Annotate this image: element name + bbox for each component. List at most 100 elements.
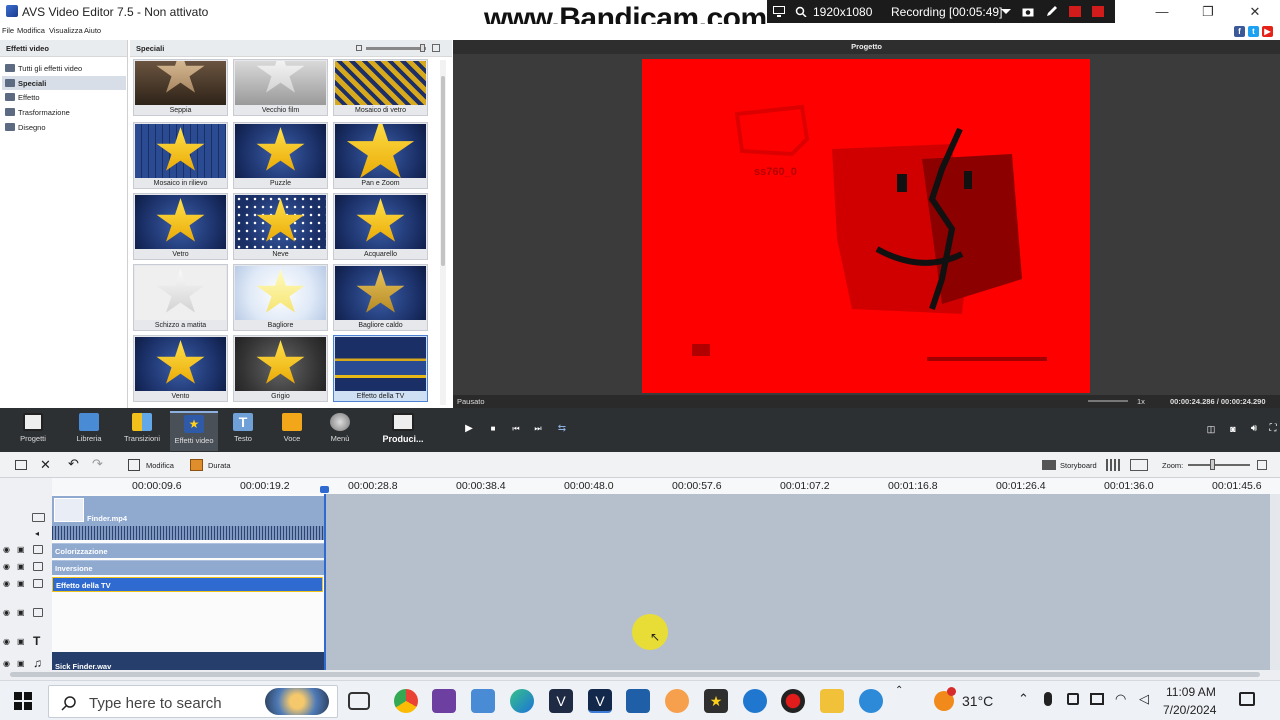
volume-icon[interactable]: 🔊︎ [1247, 422, 1261, 436]
windows-start-icon[interactable] [14, 692, 32, 710]
movavi-icon[interactable] [626, 689, 650, 713]
menu-aiuto[interactable]: Aiuto [84, 26, 101, 35]
snapshot-icon[interactable]: ◫ [1204, 422, 1218, 436]
weather-temperature[interactable]: 31°C [962, 693, 993, 709]
aspect-ratio-icon[interactable] [1130, 459, 1148, 471]
eye-icon[interactable]: ◉ [3, 659, 10, 668]
audio-levels-icon[interactable] [1106, 459, 1122, 471]
camera-icon[interactable]: ◙ [1226, 422, 1240, 436]
timeline-vertical-scrollbar[interactable] [1270, 494, 1280, 670]
undo-icon[interactable]: ↶ [68, 456, 79, 472]
network-device-icon[interactable] [1067, 693, 1079, 705]
category-effetto[interactable]: Effetto [2, 90, 126, 104]
video-clip[interactable]: Finder.mp4 [52, 496, 325, 540]
stop-record-icon[interactable] [1069, 6, 1081, 17]
clock-time[interactable]: 11:09 AM [1166, 685, 1216, 699]
toolbar-voce[interactable]: Voce [269, 411, 315, 451]
chevron-down-icon[interactable] [1000, 6, 1012, 17]
lock-icon[interactable]: ▣ [17, 637, 25, 646]
eye-icon[interactable]: ◉ [3, 545, 10, 554]
timeline-area[interactable]: Finder.mp4 Colorizzazione Inversione Eff… [52, 494, 1270, 671]
internet-explorer-icon[interactable] [859, 689, 883, 713]
effect-schizzo-a-matita[interactable]: Schizzo a matita [133, 264, 228, 331]
lock-icon[interactable]: ▣ [17, 545, 25, 554]
effect-pan-e-zoom[interactable]: Pan e Zoom [333, 122, 428, 189]
lock-icon[interactable]: ▣ [17, 608, 25, 617]
effect-clip-colorizzazione[interactable]: Colorizzazione [52, 543, 325, 558]
timeline-ruler[interactable]: 00:00:09.6 00:00:19.2 00:00:28.8 00:00:3… [52, 478, 1280, 494]
playback-speed[interactable]: 1x [1137, 397, 1145, 406]
facebook-icon[interactable]: f [1234, 26, 1245, 37]
category-all-effects[interactable]: Tutti gli effetti video [2, 61, 126, 75]
storyboard-button[interactable]: Storyboard [1060, 461, 1097, 470]
video-editor-icon[interactable] [432, 689, 456, 713]
audio-clip[interactable]: Sick Finder.wav [52, 652, 325, 671]
zoom-slider-thumb[interactable] [1210, 459, 1215, 470]
thumb-size-slider[interactable] [356, 44, 446, 52]
camera-icon[interactable] [1022, 6, 1034, 17]
scroll-thumb[interactable] [10, 672, 1260, 677]
effects-scrollbar[interactable] [440, 60, 446, 405]
wifi-icon[interactable]: ◠ [1115, 691, 1126, 707]
next-frame-button[interactable]: ⏭ [531, 422, 545, 436]
effect-effetto-della-tv[interactable]: Effetto della TV [333, 335, 428, 402]
file-explorer-icon[interactable] [820, 689, 844, 713]
effect-seppia[interactable]: Seppia [133, 59, 228, 116]
scroll-thumb[interactable] [441, 76, 445, 266]
effect-vetro[interactable]: Vetro [133, 193, 228, 260]
bandicam-icon[interactable] [781, 689, 805, 713]
lock-icon[interactable]: ▣ [17, 659, 25, 668]
virtualbox-icon[interactable] [471, 689, 495, 713]
zoom-slider[interactable] [1188, 464, 1250, 466]
pencil-icon[interactable] [1046, 6, 1058, 17]
effect-mosaico-in-rilievo[interactable]: Mosaico in rilievo [133, 122, 228, 189]
lock-icon[interactable]: ▣ [17, 579, 25, 588]
toolbar-effetti-video[interactable]: ★ Effetti video [170, 411, 218, 451]
effect-grigio[interactable]: Grigio [233, 335, 328, 402]
playhead-handle[interactable] [320, 486, 329, 493]
category-disegno[interactable]: Disegno [2, 120, 126, 134]
minimize-button[interactable]: — [1150, 3, 1174, 21]
menu-visualizza[interactable]: Visualizza [49, 26, 83, 35]
previous-frame-button[interactable]: ⏮ [509, 422, 523, 436]
toolbar-progetti[interactable]: Progetti [10, 411, 56, 451]
eye-icon[interactable]: ◉ [3, 579, 10, 588]
toolbar-libreria[interactable]: Libreria [66, 411, 112, 451]
effect-acquarello[interactable]: Acquarello [333, 193, 428, 260]
eye-icon[interactable]: ◉ [3, 562, 10, 571]
effect-mosaico-di-vetro[interactable]: Mosaico di vetro [333, 59, 428, 116]
stop-button[interactable]: ■ [486, 422, 500, 436]
toolbar-testo[interactable]: T Testo [220, 411, 266, 451]
effect-puzzle[interactable]: Puzzle [233, 122, 328, 189]
effect-vento[interactable]: Vento [133, 335, 228, 402]
avs-star-icon[interactable]: ★ [704, 689, 728, 713]
timeline-horizontal-scrollbar[interactable] [0, 670, 1280, 680]
twitter-icon[interactable]: t [1248, 26, 1259, 37]
effect-vecchio-film[interactable]: Vecchio film [233, 59, 328, 116]
fit-icon[interactable] [1257, 460, 1267, 470]
lock-icon[interactable]: ▣ [17, 562, 25, 571]
volume-icon[interactable]: ◁ [1139, 691, 1149, 707]
fullscreen-icon[interactable]: ⛶ [1266, 422, 1280, 436]
clock-date[interactable]: 7/20/2024 [1163, 703, 1216, 717]
maximize-button[interactable]: ❐ [1196, 3, 1220, 21]
audio-editor-icon[interactable] [743, 689, 767, 713]
redo-icon[interactable]: ↷ [92, 456, 103, 472]
task-view-icon[interactable] [348, 692, 370, 710]
category-speciali[interactable]: Speciali [2, 76, 126, 90]
record-icon[interactable] [1092, 6, 1104, 17]
eye-icon[interactable]: ◉ [3, 608, 10, 617]
grid-icon[interactable] [15, 460, 27, 470]
chevron-up-icon[interactable]: ⌃ [895, 685, 903, 696]
eye-icon[interactable]: ◉ [3, 637, 10, 646]
microphone-icon[interactable] [1044, 692, 1052, 706]
category-trasformazione[interactable]: Trasformazione [2, 105, 126, 119]
notification-icon[interactable] [1239, 692, 1255, 706]
search-icon[interactable] [795, 6, 807, 17]
close-button[interactable]: ✕ [1243, 3, 1267, 21]
delete-icon[interactable]: ✕ [40, 457, 51, 473]
toolbar-menu[interactable]: Menù [317, 411, 363, 451]
v-app-icon[interactable]: V [549, 689, 573, 713]
toolbar-transizioni[interactable]: Transizioni [119, 411, 165, 451]
video-frame[interactable]: ss760_0 [642, 59, 1090, 393]
